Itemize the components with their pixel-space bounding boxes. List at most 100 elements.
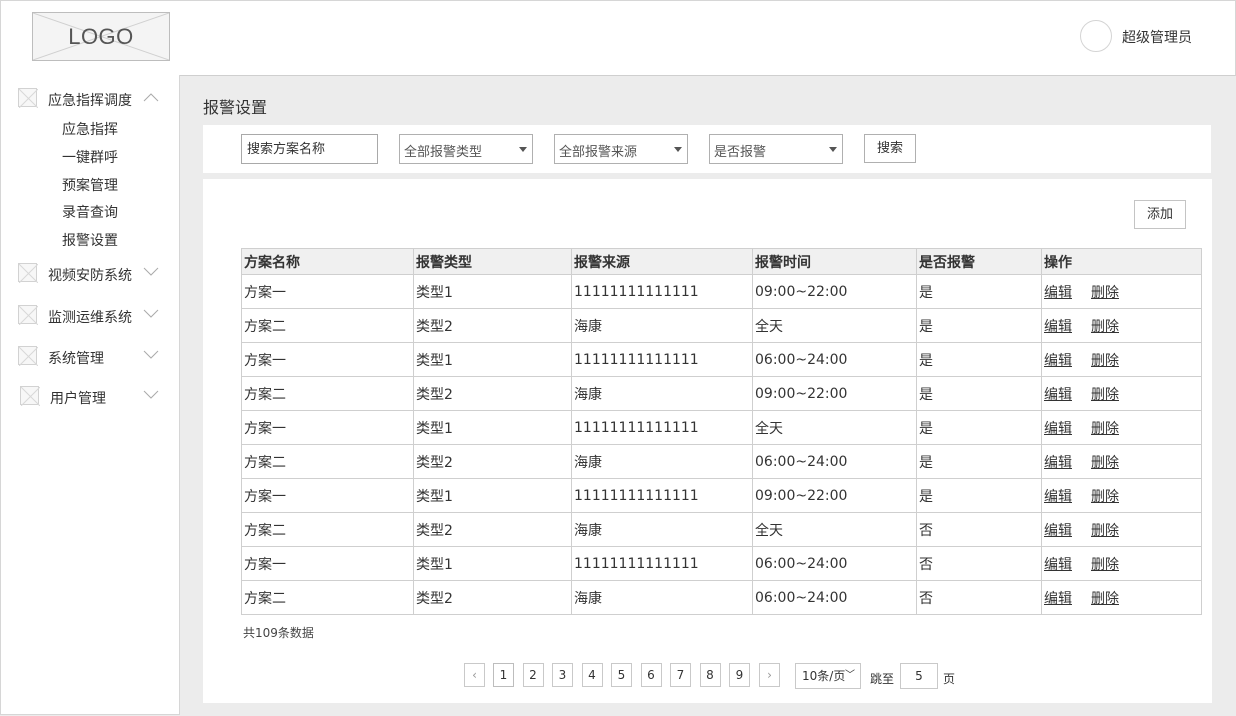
- sidebar-group-video-security[interactable]: 视频安防系统: [1, 263, 179, 293]
- jump-to-page-input[interactable]: [900, 663, 938, 689]
- cell-is-alarm: 是: [916, 274, 1042, 309]
- table-row: 方案一 类型1 11111111111111 06:00~24:00 是编辑 删除: [241, 342, 1202, 377]
- cell-plan-name: 方案二: [241, 512, 414, 547]
- cell-alarm-source: 海康: [571, 512, 753, 547]
- page-button[interactable]: 6: [640, 663, 662, 687]
- cell-plan-name: 方案一: [241, 478, 414, 513]
- cell-actions: 编辑 删除: [1041, 342, 1202, 377]
- edit-link[interactable]: 编辑: [1044, 455, 1072, 471]
- sidebar-item-one-key-group-call[interactable]: 一键群呼: [62, 147, 118, 167]
- cell-alarm-source: 11111111111111: [571, 546, 753, 581]
- page-button[interactable]: 7: [670, 663, 691, 687]
- avatar[interactable]: [1080, 20, 1112, 52]
- sidebar: 应急指挥调度 应急指挥 一键群呼 预案管理 录音查询 报警设置 视频安防系统 监…: [0, 75, 180, 715]
- cell-alarm-source: 海康: [571, 376, 753, 411]
- page-button[interactable]: 3: [552, 663, 573, 687]
- caret-down-icon: [674, 147, 682, 152]
- placeholder-image-icon: [18, 346, 38, 366]
- sidebar-item-alarm-settings[interactable]: 报警设置: [62, 230, 118, 250]
- top-header: LOGO 超级管理员: [0, 0, 1236, 76]
- sidebar-item-recording-query[interactable]: 录音查询: [62, 202, 118, 222]
- cell-is-alarm: 否: [916, 546, 1042, 581]
- search-button[interactable]: 搜索: [864, 134, 916, 163]
- cell-alarm-time: 06:00~24:00: [752, 546, 917, 581]
- cell-alarm-type: 类型1: [413, 478, 572, 513]
- cell-plan-name: 方案一: [241, 274, 414, 309]
- page-size-select[interactable]: 10条/页 ﹀: [795, 663, 861, 689]
- delete-link[interactable]: 删除: [1091, 285, 1119, 301]
- alarm-type-select-value: 全部报警类型: [404, 145, 483, 160]
- cell-alarm-type: 类型2: [413, 376, 572, 411]
- delete-link[interactable]: 删除: [1091, 523, 1119, 539]
- main-content: 添加 方案名称 报警类型 报警来源 报警时间 是否报警 操作 方案一 类型1 111…: [203, 179, 1212, 703]
- delete-link[interactable]: 删除: [1091, 319, 1119, 335]
- cell-alarm-source: 海康: [571, 308, 753, 343]
- cell-actions: 编辑 删除: [1041, 546, 1202, 581]
- page-button[interactable]: 1: [493, 663, 514, 687]
- page-button[interactable]: 8: [699, 663, 721, 687]
- next-page-button[interactable]: ›: [759, 663, 780, 687]
- delete-link[interactable]: 删除: [1091, 489, 1119, 505]
- search-bar: 全部报警类型 全部报警来源 是否报警 搜索: [203, 125, 1211, 173]
- placeholder-image-icon: [18, 88, 38, 108]
- sidebar-group-emergency-dispatch[interactable]: 应急指挥调度: [1, 88, 179, 118]
- chevron-up-icon: [143, 93, 159, 102]
- add-button[interactable]: 添加: [1134, 200, 1186, 229]
- page-button[interactable]: 9: [729, 663, 750, 687]
- delete-link[interactable]: 删除: [1091, 353, 1119, 369]
- table-row: 方案一 类型1 11111111111111 全天是编辑 删除: [241, 410, 1202, 445]
- cell-alarm-type: 类型2: [413, 308, 572, 343]
- sidebar-group-label: 应急指挥调度: [48, 93, 132, 109]
- chevron-down-icon: [143, 309, 159, 318]
- page-button[interactable]: 2: [522, 663, 544, 687]
- sidebar-group-label: 监测运维系统: [48, 310, 132, 326]
- edit-link[interactable]: 编辑: [1044, 489, 1072, 505]
- user-name[interactable]: 超级管理员: [1122, 27, 1192, 47]
- table-row: 方案一 类型1 11111111111111 09:00~22:00 是编辑 删除: [241, 274, 1202, 309]
- logo[interactable]: LOGO: [32, 12, 170, 61]
- delete-link[interactable]: 删除: [1091, 557, 1119, 573]
- caret-down-icon: [519, 147, 527, 152]
- table-row: 方案二 类型2 海康 06:00~24:00 是编辑 删除: [241, 444, 1202, 479]
- edit-link[interactable]: 编辑: [1044, 319, 1072, 335]
- cell-is-alarm: 是: [916, 444, 1042, 479]
- cell-alarm-source: 11111111111111: [571, 410, 753, 445]
- edit-link[interactable]: 编辑: [1044, 387, 1072, 403]
- sidebar-item-plan-management[interactable]: 预案管理: [62, 175, 118, 195]
- edit-link[interactable]: 编辑: [1044, 591, 1072, 607]
- sidebar-item-emergency-command[interactable]: 应急指挥: [62, 119, 118, 139]
- delete-link[interactable]: 删除: [1091, 455, 1119, 471]
- column-header-alarm-time: 报警时间: [752, 248, 917, 275]
- is-alarm-select-value: 是否报警: [714, 145, 767, 160]
- edit-link[interactable]: 编辑: [1044, 285, 1072, 301]
- delete-link[interactable]: 删除: [1091, 591, 1119, 607]
- edit-link[interactable]: 编辑: [1044, 353, 1072, 369]
- page-button[interactable]: 5: [611, 663, 632, 687]
- cell-is-alarm: 是: [916, 308, 1042, 343]
- alarm-type-select[interactable]: 全部报警类型: [399, 134, 533, 164]
- edit-link[interactable]: 编辑: [1044, 557, 1072, 573]
- total-count: 共109条数据: [243, 626, 314, 640]
- cell-alarm-source: 11111111111111: [571, 478, 753, 513]
- column-header-actions: 操作: [1041, 248, 1202, 275]
- page-button[interactable]: 4: [581, 663, 603, 687]
- sidebar-group-monitoring-ops[interactable]: 监测运维系统: [1, 305, 179, 335]
- delete-link[interactable]: 删除: [1091, 421, 1119, 437]
- chevron-down-icon: ﹀: [845, 670, 855, 681]
- edit-link[interactable]: 编辑: [1044, 523, 1072, 539]
- table-row: 方案二 类型2 海康 全天否编辑 删除: [241, 512, 1202, 547]
- placeholder-image-icon: [20, 386, 40, 406]
- sidebar-group-system-management[interactable]: 系统管理: [1, 346, 179, 376]
- is-alarm-select[interactable]: 是否报警: [709, 134, 843, 164]
- cell-alarm-time: 06:00~24:00: [752, 444, 917, 479]
- placeholder-image-icon: [18, 263, 38, 283]
- prev-page-button[interactable]: ‹: [464, 663, 485, 687]
- edit-link[interactable]: 编辑: [1044, 421, 1072, 437]
- sidebar-group-user-management[interactable]: 用户管理: [1, 386, 179, 416]
- cell-actions: 编辑 删除: [1041, 376, 1202, 411]
- search-input[interactable]: [241, 134, 378, 164]
- alarm-source-select[interactable]: 全部报警来源: [554, 134, 688, 164]
- cell-alarm-type: 类型2: [413, 444, 572, 479]
- alarm-settings-table: 方案名称 报警类型 报警来源 报警时间 是否报警 操作 方案一 类型1 111111…: [241, 248, 1202, 615]
- delete-link[interactable]: 删除: [1091, 387, 1119, 403]
